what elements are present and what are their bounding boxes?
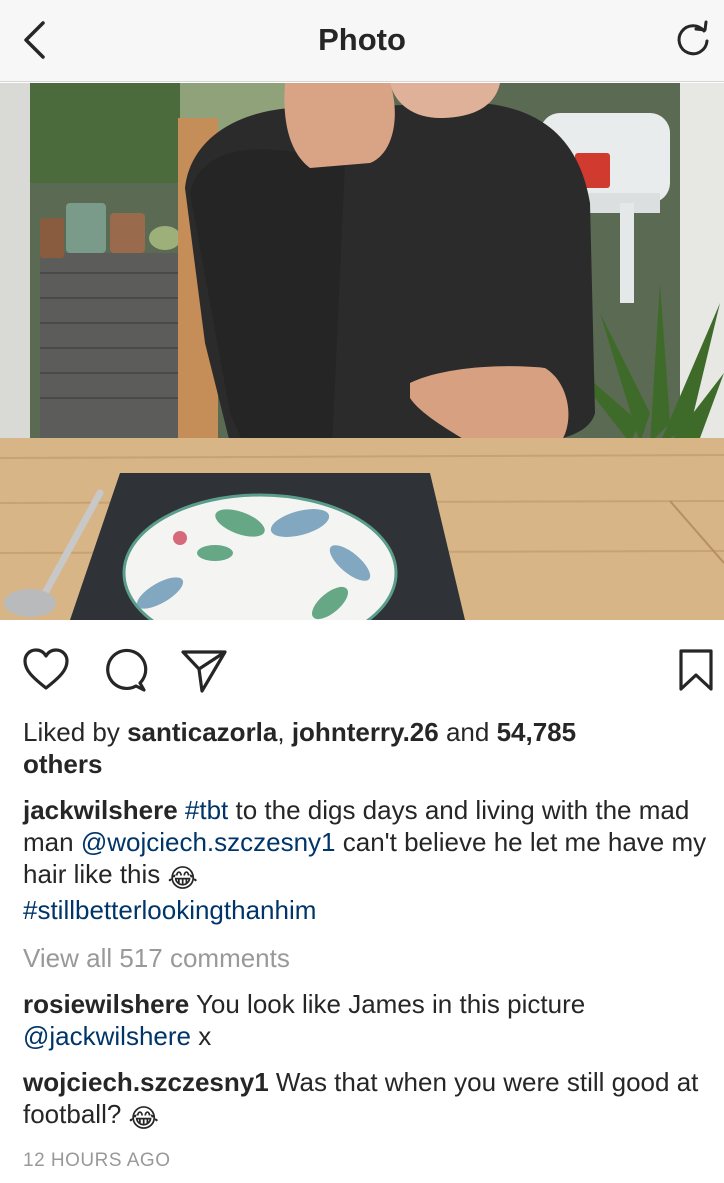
- likes-others[interactable]: others: [23, 749, 102, 779]
- comment: wojciech.szczesny1 Was that when you wer…: [23, 1066, 713, 1134]
- mention-link[interactable]: @jackwilshere: [23, 1021, 191, 1051]
- comment-button[interactable]: [99, 644, 151, 696]
- post-image: [0, 83, 724, 620]
- like-button[interactable]: [20, 644, 72, 696]
- tears-of-joy-emoji-icon: 😂: [128, 1103, 159, 1133]
- post-timestamp: 12 HOURS AGO: [23, 1150, 171, 1171]
- comment-author[interactable]: rosiewilshere: [23, 989, 189, 1019]
- bookmark-icon: [679, 649, 713, 691]
- liker-link[interactable]: johnterry.26: [292, 717, 439, 747]
- likes-prefix: Liked by: [23, 717, 128, 747]
- tears-of-joy-emoji-icon: 😂: [167, 863, 198, 893]
- comment-text-tail: x: [191, 1021, 212, 1051]
- view-all-comments-link[interactable]: View all 517 comments: [23, 942, 713, 974]
- likes-separator: ,: [277, 717, 292, 747]
- comment-author[interactable]: wojciech.szczesny1: [23, 1067, 269, 1097]
- caption-author[interactable]: jackwilshere: [23, 795, 178, 825]
- page-title: Photo: [318, 22, 406, 57]
- save-button[interactable]: [670, 644, 722, 696]
- post-caption: jackwilshere #tbt to the digs days and l…: [23, 794, 713, 926]
- share-button[interactable]: [178, 644, 230, 696]
- post-action-bar: [0, 640, 724, 700]
- hashtag-link[interactable]: #stillbetterlookingthanhim: [23, 895, 316, 925]
- liker-link[interactable]: santicazorla: [127, 717, 277, 747]
- comment: rosiewilshere You look like James in thi…: [23, 988, 713, 1052]
- heart-icon: [23, 648, 69, 690]
- post-photo[interactable]: [0, 83, 724, 620]
- paper-plane-icon: [181, 650, 227, 693]
- refresh-icon: [677, 20, 709, 56]
- comment-text: You look like James in this picture: [189, 989, 586, 1019]
- comment-bubble-icon: [106, 648, 148, 692]
- hashtag-link[interactable]: #tbt: [185, 795, 228, 825]
- mention-link[interactable]: @wojciech.szczesny1: [81, 827, 336, 857]
- likes-and: and: [438, 717, 497, 747]
- likes-summary: Liked by santicazorla, johnterry.26 and …: [23, 716, 713, 780]
- likes-count[interactable]: 54,785: [497, 717, 577, 747]
- refresh-button[interactable]: [670, 16, 716, 62]
- navigation-bar: Photo: [0, 0, 724, 82]
